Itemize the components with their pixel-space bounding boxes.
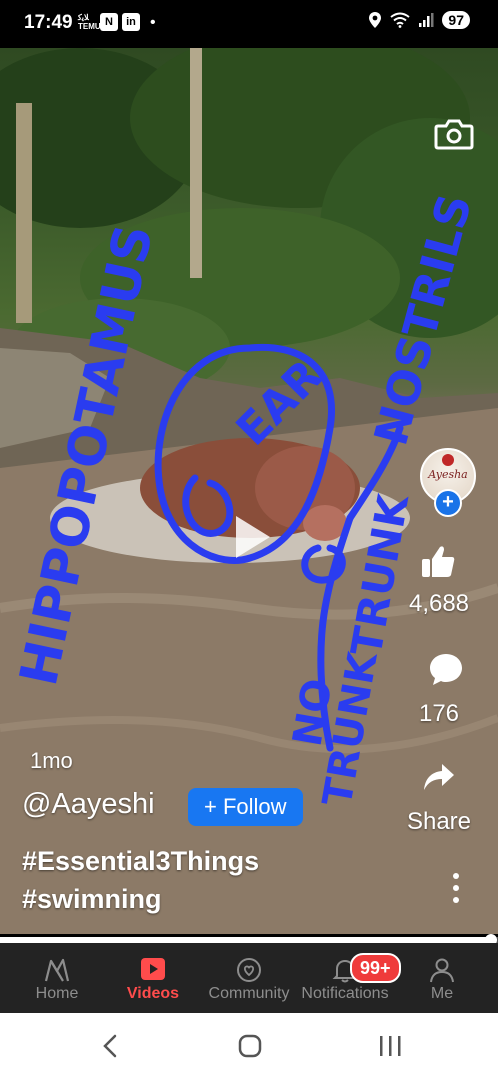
- location-icon: [369, 12, 382, 28]
- system-navigation-bar: [0, 1013, 498, 1080]
- post-age: 1mo: [30, 748, 73, 773]
- back-icon[interactable]: [100, 1034, 120, 1058]
- system-icons: 97: [368, 11, 470, 29]
- clock: 17:49: [24, 12, 73, 33]
- tab-videos[interactable]: Videos: [120, 943, 186, 1013]
- tab-me[interactable]: Me: [418, 943, 466, 1013]
- share-label[interactable]: Share: [394, 808, 484, 836]
- wifi-icon: [390, 12, 411, 28]
- rose-icon: [442, 454, 454, 466]
- home-button-icon[interactable]: [238, 1034, 262, 1058]
- tab-label: Home: [35, 985, 79, 1002]
- signal-icon: [419, 13, 434, 27]
- follow-button[interactable]: + Follow: [188, 788, 303, 826]
- hashtag-list: #Essential3Things #swimning: [22, 842, 259, 918]
- status-bar: 17:49 ﻼﻳﻛ TEMU N in • 97: [0, 0, 498, 48]
- share-icon[interactable]: [422, 762, 456, 792]
- linkedin-icon: in: [122, 13, 140, 31]
- author-handle[interactable]: @Aayeshi: [22, 788, 155, 821]
- profile-icon: [430, 958, 454, 983]
- hashtag[interactable]: #Essential3Things: [22, 842, 259, 880]
- home-icon: [44, 958, 70, 982]
- tab-home[interactable]: Home: [24, 943, 90, 1013]
- hashtag[interactable]: #swimning: [22, 880, 259, 918]
- temu-icon: ﻼﻳﻛ TEMU: [78, 13, 101, 31]
- comment-icon[interactable]: [428, 652, 464, 686]
- temu-label: TEMU: [78, 22, 101, 31]
- video-icon: [141, 958, 165, 980]
- comment-count: 176: [418, 700, 460, 727]
- play-icon[interactable]: [222, 510, 276, 564]
- notification-dot: •: [150, 14, 156, 31]
- community-icon: [237, 958, 261, 982]
- avatar-text: Ayesha: [428, 468, 468, 481]
- like-count: 4,688: [408, 590, 470, 617]
- tab-label: Notifications: [301, 985, 389, 1002]
- more-options-icon[interactable]: [446, 870, 466, 906]
- battery-icon: 97: [442, 11, 470, 29]
- n-app-icon: N: [100, 13, 118, 31]
- tab-label: Community: [208, 985, 290, 1002]
- like-icon[interactable]: [420, 545, 456, 579]
- notification-badge: 99+: [350, 953, 401, 983]
- tab-label: Videos: [126, 985, 180, 1002]
- temu-arabic-label: ﻼﻳﻛ: [78, 13, 89, 22]
- bottom-tab-bar: Home Videos Community Notifications Me: [0, 943, 498, 1013]
- camera-icon[interactable]: [434, 118, 474, 150]
- avatar-follow-plus-icon[interactable]: +: [434, 489, 462, 517]
- recent-apps-icon[interactable]: [378, 1034, 402, 1058]
- tab-label: Me: [430, 985, 454, 1002]
- tab-community[interactable]: Community: [204, 943, 294, 1013]
